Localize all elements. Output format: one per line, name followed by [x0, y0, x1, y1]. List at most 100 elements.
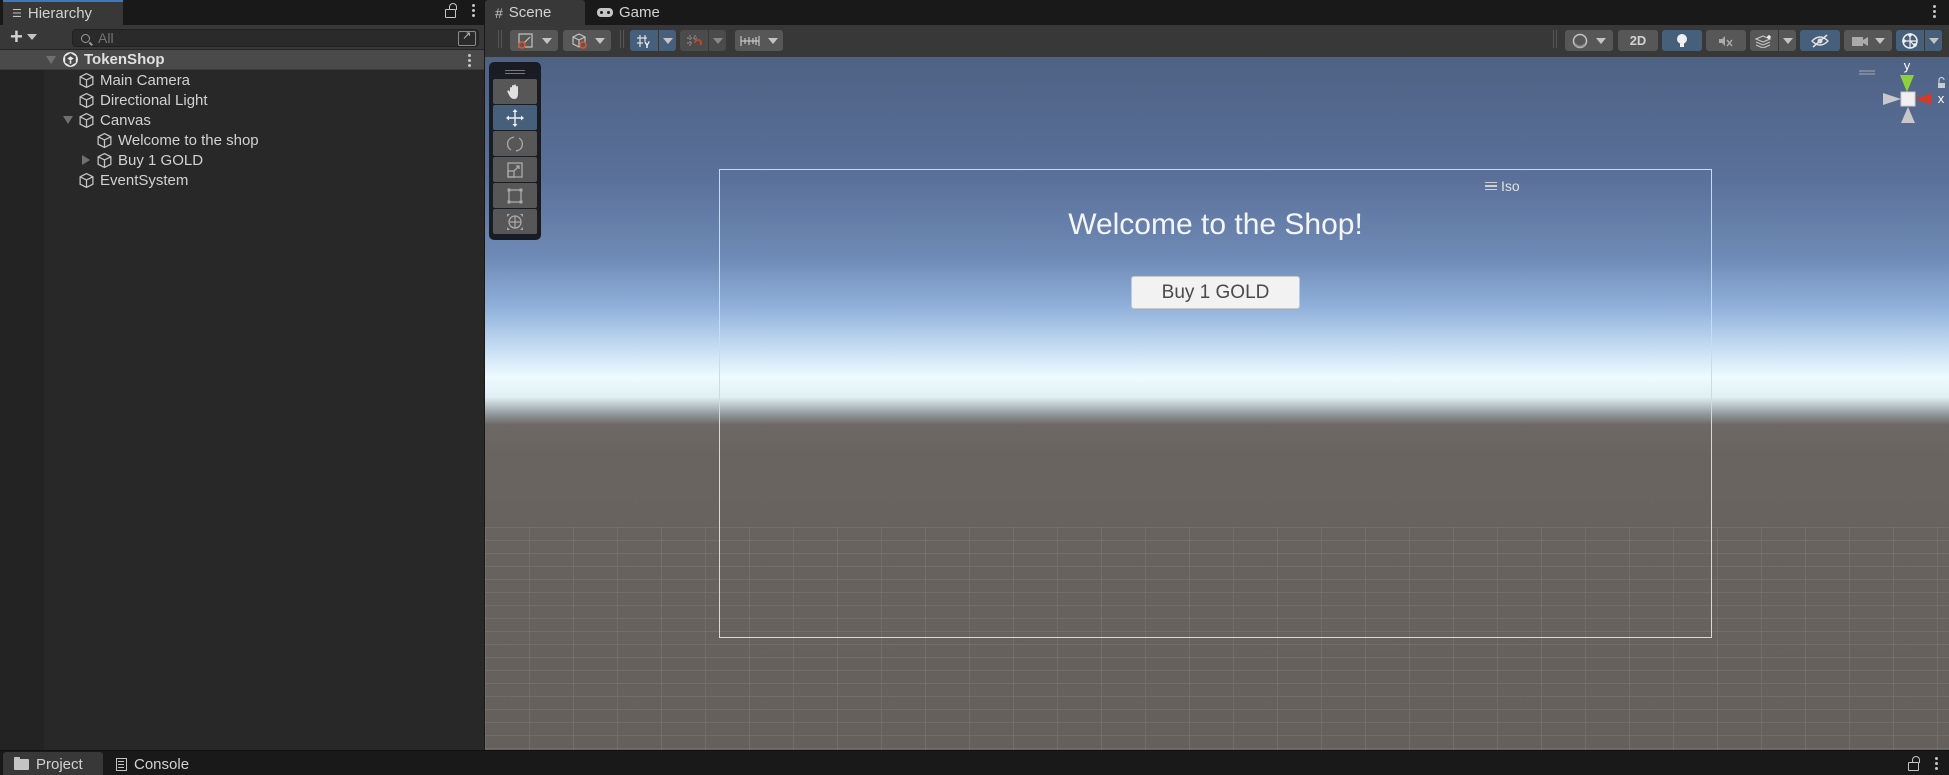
scene-camera-dropdown[interactable] [1844, 30, 1892, 51]
search-input[interactable] [98, 30, 428, 46]
toolbar-grip[interactable] [1553, 30, 1557, 48]
tab-game[interactable]: Game [587, 0, 667, 25]
rotate-tool-button[interactable] [493, 131, 537, 156]
folder-icon [14, 756, 29, 770]
chevron-down-icon [594, 37, 605, 44]
create-button[interactable]: + [10, 26, 37, 48]
tree-item-canvas[interactable]: Canvas [0, 110, 484, 130]
svg-text:Y: Y [644, 40, 650, 49]
scene-visibility-toggle[interactable] [1800, 30, 1840, 51]
gizmo-y-label: y [1904, 58, 1911, 73]
ruler-grid-icon [740, 35, 760, 46]
tree-item-event-system[interactable]: EventSystem [0, 170, 484, 190]
rect-transform-icon [507, 188, 523, 203]
lock-icon[interactable] [445, 3, 457, 18]
tree-item-main-camera[interactable]: Main Camera [0, 70, 484, 90]
scene-tabbar: # Scene Game [485, 0, 1949, 25]
hierarchy-panel: ☰ Hierarchy + All ↗ TokenShop Main Camer… [0, 0, 484, 750]
audio-toggle[interactable] [1706, 30, 1746, 51]
tool-handle-rotation-dropdown[interactable] [563, 30, 611, 51]
move-tool-button[interactable] [493, 105, 537, 130]
tools-overlay [489, 62, 541, 240]
bottom-more-menu-icon[interactable] [1933, 757, 1939, 770]
tree-item-welcome-text[interactable]: Welcome to the shop [0, 130, 484, 150]
buy-gold-button[interactable]: Buy 1 GOLD [1131, 276, 1300, 309]
search-icon [81, 33, 90, 43]
scene-label: TokenShop [84, 51, 165, 68]
tab-console[interactable]: Console [105, 752, 205, 775]
lock-icon[interactable] [1908, 756, 1920, 771]
overlay-drag-handle[interactable] [493, 66, 537, 78]
toolbar-grip[interactable] [498, 30, 502, 48]
gameobject-cube-icon [79, 112, 94, 129]
tab-project-label: Project [36, 755, 83, 773]
move-arrows-icon [506, 108, 524, 127]
projection-label: Iso [1501, 178, 1520, 194]
tab-scene-label: Scene [508, 4, 552, 21]
gameobject-cube-icon [97, 152, 112, 169]
hand-icon [507, 84, 518, 99]
scene-toolbar: Y 2D [485, 25, 1949, 57]
increment-snap-toggle[interactable] [680, 30, 726, 51]
gameobject-cube-icon [79, 92, 94, 109]
gamepad-icon [597, 8, 613, 17]
shading-sphere-icon [1572, 33, 1588, 48]
tab-hierarchy[interactable]: ☰ Hierarchy [3, 0, 123, 25]
bottom-panel-tabbar: Project Console [0, 750, 1949, 775]
gizmo-x-label: x [1938, 91, 1945, 106]
scale-tool-button[interactable] [493, 157, 537, 182]
2d-mode-toggle[interactable]: 2D [1618, 30, 1658, 51]
welcome-text[interactable]: Welcome to the Shop! [720, 208, 1711, 242]
chevron-down-icon [1782, 37, 1793, 44]
gameobject-cube-icon [79, 72, 94, 89]
grid-visibility-dropdown[interactable] [735, 30, 783, 51]
orientation-gizmo[interactable]: y x [1805, 57, 1949, 167]
tree-item-label: Main Camera [100, 71, 191, 89]
gizmos-dropdown[interactable] [1896, 30, 1942, 51]
grid-snapping-toggle[interactable]: Y [630, 30, 676, 51]
toolbar-grip[interactable] [620, 30, 624, 48]
global-local-icon [571, 32, 587, 49]
ui-canvas-bounds[interactable]: Welcome to the Shop! Buy 1 GOLD [719, 169, 1712, 638]
gizmo-x-axis [1915, 93, 1932, 105]
scene-more-menu-icon[interactable] [1931, 5, 1937, 18]
tab-hierarchy-label: Hierarchy [27, 5, 93, 22]
tree-item-buy-button[interactable]: Buy 1 GOLD [0, 150, 484, 170]
gizmo-center-cube [1900, 91, 1916, 107]
tab-scene[interactable]: # Scene [485, 0, 585, 25]
expand-arrow-icon[interactable] [82, 155, 90, 165]
effects-dropdown[interactable] [1750, 30, 1796, 51]
draw-mode-dropdown[interactable] [1565, 30, 1613, 51]
tree-item-label: Buy 1 GOLD [118, 151, 204, 169]
hierarchy-toolbar: + [0, 25, 484, 50]
chevron-down-icon [1596, 37, 1606, 44]
effects-layers-icon [1750, 34, 1778, 48]
tab-console-label: Console [134, 755, 190, 773]
transform-tool-button[interactable] [493, 209, 537, 234]
scene-panel: # Scene Game Y 2D Welcome to the Shop! B… [485, 0, 1949, 750]
more-menu-icon[interactable] [470, 4, 476, 17]
scene-menu-icon[interactable] [466, 54, 472, 67]
eye-slash-icon [1811, 33, 1829, 48]
tree-item-directional-light[interactable]: Directional Light [0, 90, 484, 110]
expand-arrow-icon[interactable] [46, 56, 56, 64]
hand-tool-button[interactable] [493, 79, 537, 104]
lighting-toggle[interactable] [1662, 30, 1702, 51]
hierarchy-search [72, 29, 479, 47]
chevron-down-icon [26, 34, 37, 40]
projection-toggle[interactable]: Iso [1485, 178, 1520, 194]
tree-item-label: Canvas [100, 111, 151, 129]
expand-arrow-icon[interactable] [63, 116, 73, 124]
tab-project[interactable]: Project [3, 752, 103, 775]
grid-hash-icon: # [495, 4, 503, 21]
chevron-down-icon [768, 37, 778, 44]
rect-tool-button[interactable] [493, 183, 537, 208]
scene-row[interactable]: TokenShop [0, 50, 484, 70]
lightbulb-icon [1677, 33, 1687, 47]
chevron-down-icon [541, 37, 552, 44]
camera-icon [1852, 36, 1868, 46]
scene-viewport[interactable]: Welcome to the Shop! Buy 1 GOLD y x [485, 57, 1949, 750]
chevron-down-icon [662, 37, 673, 44]
search-window-icon[interactable] [458, 29, 476, 46]
tool-handle-position-dropdown[interactable] [510, 30, 558, 51]
